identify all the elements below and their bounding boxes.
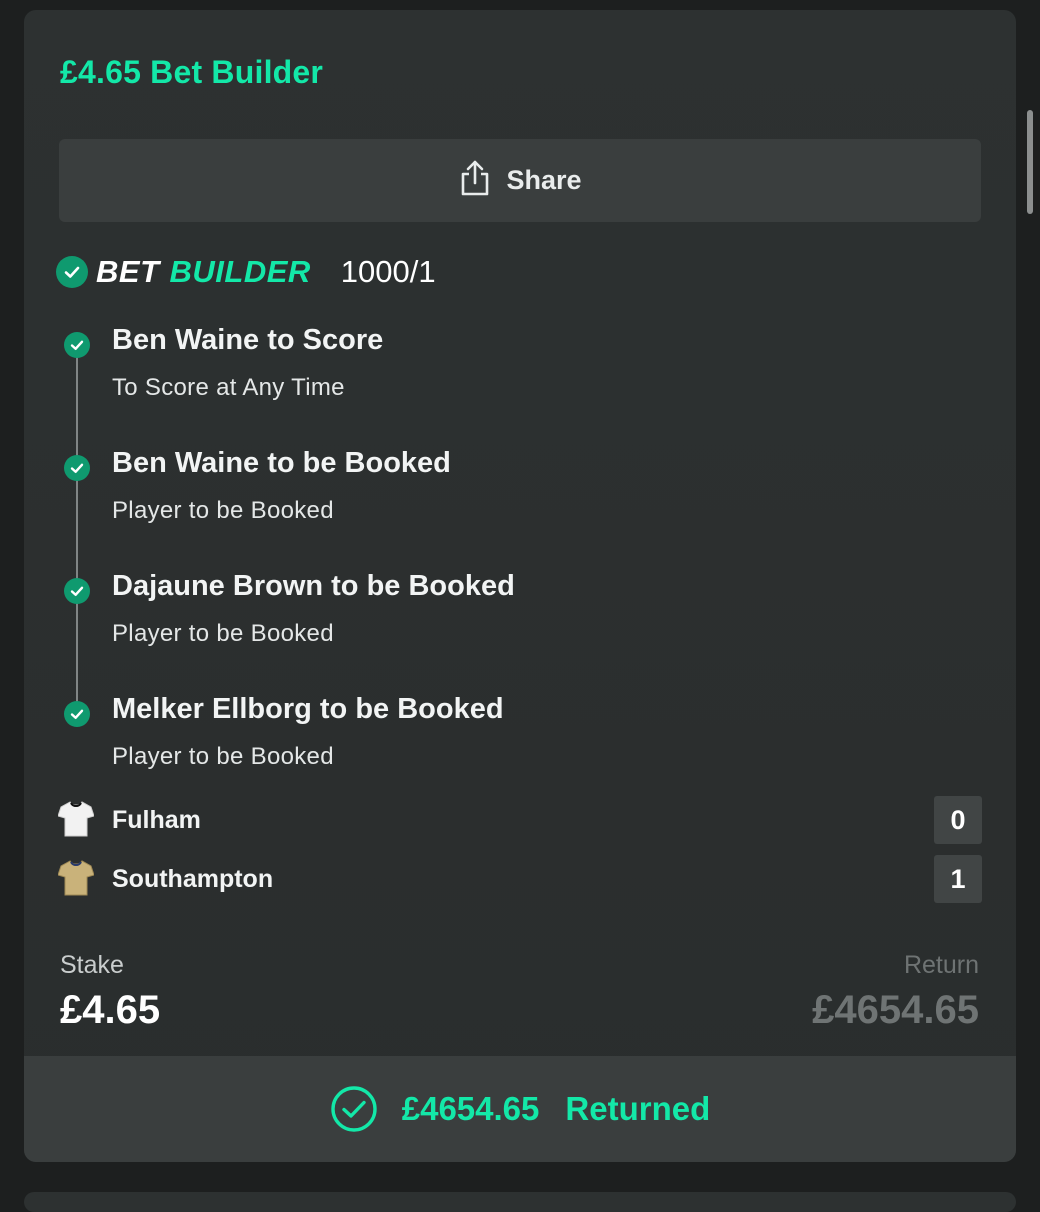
shirt-icon bbox=[57, 800, 95, 843]
bet-odds: 1000/1 bbox=[340, 254, 436, 289]
leg-name: Ben Waine to be Booked bbox=[112, 447, 451, 479]
share-button[interactable]: Share bbox=[59, 139, 981, 222]
check-icon bbox=[64, 701, 90, 727]
check-icon bbox=[64, 578, 90, 604]
share-icon bbox=[458, 159, 492, 202]
team-row-away: Southampton 1 bbox=[57, 855, 982, 903]
check-circle-icon bbox=[330, 1085, 378, 1133]
leg-name: Dajaune Brown to be Booked bbox=[112, 570, 515, 602]
leg-name: Ben Waine to Score bbox=[112, 324, 384, 356]
return-value: £4654.65 bbox=[812, 988, 979, 1032]
return-label: Return bbox=[903, 951, 979, 979]
team-name: Southampton bbox=[112, 865, 274, 893]
bet-builder-logo-builder: BUILDER bbox=[169, 254, 311, 289]
scrollbar[interactable] bbox=[1027, 110, 1033, 214]
stake-value: £4.65 bbox=[60, 988, 161, 1032]
check-icon bbox=[56, 256, 88, 288]
leg-market: Player to be Booked bbox=[112, 620, 334, 647]
check-icon bbox=[64, 455, 90, 481]
leg-market: Player to be Booked bbox=[112, 743, 334, 770]
next-bet-card bbox=[24, 1192, 1016, 1212]
bet-builder-header: BET BUILDER 1000/1 bbox=[56, 252, 436, 292]
team-score: 1 bbox=[934, 855, 982, 903]
bet-card: £4.65 Bet Builder Share BET BUILDER 1000… bbox=[24, 10, 1016, 1162]
returned-amount: £4654.65 bbox=[401, 1090, 540, 1127]
share-label: Share bbox=[506, 165, 582, 195]
team-name: Fulham bbox=[112, 806, 201, 834]
returned-text: Returned bbox=[565, 1090, 711, 1127]
returned-banner: £4654.65 Returned bbox=[24, 1056, 1016, 1162]
stake-label: Stake bbox=[60, 951, 124, 979]
team-row-home: Fulham 0 bbox=[57, 796, 982, 844]
leg-market: To Score at Any Time bbox=[112, 374, 345, 401]
timeline-line bbox=[76, 340, 78, 710]
leg-name: Melker Ellborg to be Booked bbox=[112, 693, 504, 725]
bet-builder-logo-bet: BET bbox=[96, 254, 160, 289]
bet-title: £4.65 Bet Builder bbox=[60, 54, 324, 90]
check-icon bbox=[64, 332, 90, 358]
leg-market: Player to be Booked bbox=[112, 497, 334, 524]
team-score: 0 bbox=[934, 796, 982, 844]
shirt-icon bbox=[57, 859, 95, 902]
